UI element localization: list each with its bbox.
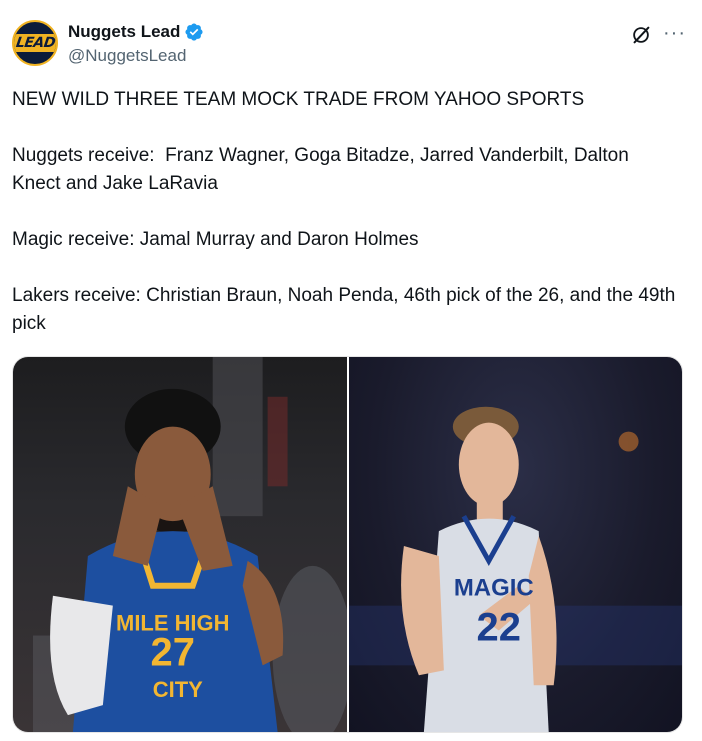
grok-icon[interactable]: [630, 24, 652, 46]
left-jersey-number: 27: [151, 630, 195, 674]
tweet-header: LEAD Nuggets Lead @NuggetsLead ···: [12, 18, 690, 70]
avatar-logo-text: LEAD: [14, 34, 56, 52]
right-jersey-number: 22: [476, 606, 520, 650]
photo-franz-wagner[interactable]: MAGIC 22: [348, 357, 682, 732]
name-row: Nuggets Lead: [68, 22, 204, 42]
player-illustration: MAGIC 22: [348, 406, 682, 732]
handle[interactable]: @NuggetsLead: [68, 46, 186, 66]
tweet-media[interactable]: MILE HIGH 27 CITY MAGIC 22: [12, 356, 683, 733]
more-options-icon[interactable]: ···: [663, 22, 686, 45]
right-jersey-line-1: MAGIC: [453, 575, 533, 602]
display-name[interactable]: Nuggets Lead: [68, 22, 180, 42]
verified-badge-icon: [185, 23, 203, 41]
tweet-text: NEW WILD THREE TEAM MOCK TRADE FROM YAHO…: [12, 89, 676, 334]
player-illustration: MILE HIGH 27 CITY: [32, 357, 347, 732]
left-jersey-line-3: CITY: [153, 677, 203, 702]
photo-jamal-murray[interactable]: MILE HIGH 27 CITY: [13, 357, 347, 732]
avatar[interactable]: LEAD: [12, 20, 58, 66]
